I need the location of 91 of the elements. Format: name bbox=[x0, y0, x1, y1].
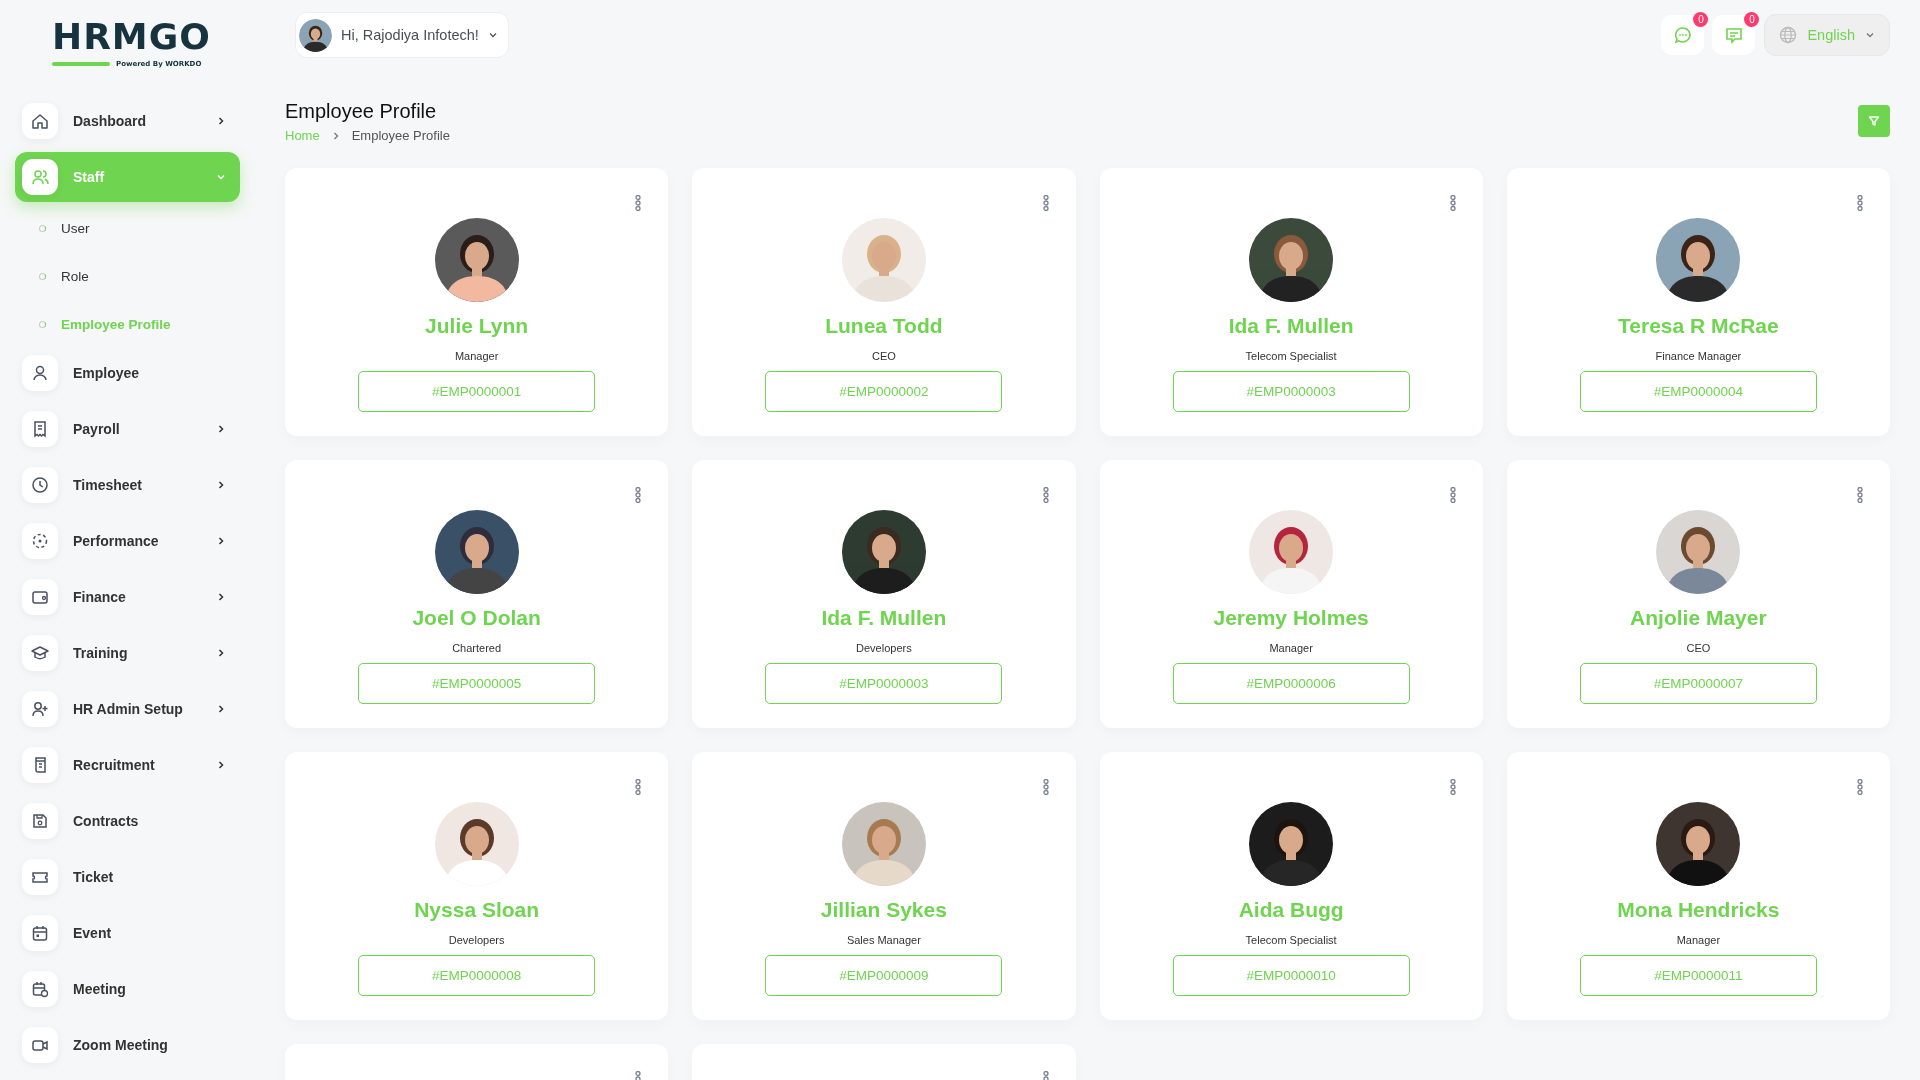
sidebar-item[interactable]: Recruitment bbox=[15, 740, 240, 790]
sidebar-item[interactable]: Payroll bbox=[15, 404, 240, 454]
employee-name[interactable]: Ida F. Mullen bbox=[1228, 313, 1354, 339]
language-selector[interactable]: English bbox=[1764, 14, 1890, 56]
employee-id-button[interactable]: #EMP0000011 bbox=[1579, 955, 1817, 996]
message-icon bbox=[1723, 25, 1744, 45]
sidebar-item[interactable]: Finance bbox=[15, 572, 240, 622]
employee-id-button[interactable]: #EMP0000001 bbox=[358, 371, 596, 412]
filter-icon bbox=[1868, 115, 1880, 127]
sidebar-item[interactable]: Contracts bbox=[15, 796, 240, 846]
employee-role: CEO bbox=[871, 350, 896, 362]
employee-name[interactable]: Anjolie Mayer bbox=[1630, 605, 1767, 631]
more-options-icon[interactable] bbox=[1449, 487, 1456, 503]
employee-name[interactable]: Jeremy Holmes bbox=[1213, 605, 1369, 631]
employee-name[interactable]: Nyssa Sloan bbox=[414, 897, 540, 923]
sidebar-item[interactable]: Employee bbox=[15, 348, 240, 398]
employee-name[interactable]: Teresa R McRae bbox=[1618, 313, 1779, 339]
sidebar-item[interactable]: Zoom Meeting bbox=[15, 1020, 240, 1070]
user-icon bbox=[30, 363, 50, 383]
chevron-down-icon bbox=[487, 30, 498, 40]
employee-role: Manager bbox=[454, 350, 499, 362]
submenu-item[interactable]: Role bbox=[15, 252, 258, 300]
employee-id-button[interactable]: #EMP0000004 bbox=[1579, 371, 1817, 412]
employee-role: Finance Manager bbox=[1655, 350, 1742, 362]
employee-name[interactable]: Ida F. Mullen bbox=[821, 605, 947, 631]
more-options-icon[interactable] bbox=[1449, 195, 1456, 211]
breadcrumb-link[interactable]: Home bbox=[285, 128, 320, 143]
chevron-right-icon bbox=[331, 130, 340, 141]
employee-role: Manager bbox=[1676, 934, 1721, 946]
sidebar-item[interactable]: Event bbox=[15, 908, 240, 958]
employee-role: Sales Manager bbox=[846, 934, 921, 946]
more-options-icon[interactable] bbox=[635, 779, 642, 795]
sidebar-item[interactable]: Timesheet bbox=[15, 460, 240, 510]
employee-id-button[interactable]: #EMP0000005 bbox=[358, 663, 596, 704]
employee-name[interactable]: Mona Hendricks bbox=[1617, 897, 1780, 923]
more-options-icon[interactable] bbox=[635, 487, 642, 503]
user-plus-icon bbox=[30, 699, 50, 719]
employee-id-button[interactable]: #EMP0000003 bbox=[765, 663, 1003, 704]
user-menu[interactable]: Hi, Rajodiya Infotech! bbox=[295, 12, 509, 58]
employee-id-button[interactable]: #EMP0000003 bbox=[1172, 371, 1410, 412]
sidebar-item[interactable]: Performance bbox=[15, 516, 240, 566]
employee-name[interactable]: Aida Bugg bbox=[1238, 897, 1344, 923]
sidebar-item[interactable]: Training bbox=[15, 628, 240, 678]
save-icon bbox=[30, 811, 50, 831]
sidebar-item[interactable]: Staff bbox=[15, 152, 240, 202]
employee-id-button[interactable]: #EMP0000008 bbox=[358, 955, 596, 996]
calendar-icon bbox=[30, 923, 50, 943]
employee-name[interactable]: Jillian Sykes bbox=[820, 897, 947, 923]
clock-icon bbox=[30, 475, 50, 495]
chevron-down-icon bbox=[1865, 30, 1875, 40]
submenu-item[interactable]: Employee Profile bbox=[15, 300, 258, 348]
more-options-icon[interactable] bbox=[1449, 779, 1456, 795]
employee-role: Developers bbox=[448, 934, 505, 946]
more-options-icon[interactable] bbox=[1042, 195, 1049, 211]
employee-id-button[interactable]: #EMP0000009 bbox=[765, 955, 1003, 996]
chat-button[interactable]: 0 bbox=[1661, 15, 1705, 55]
submenu-item[interactable]: User bbox=[15, 204, 258, 252]
notification-badge: 0 bbox=[1744, 12, 1760, 27]
employee-role: Telecom Specialist bbox=[1245, 934, 1337, 946]
more-options-icon[interactable] bbox=[635, 195, 642, 211]
more-options-icon[interactable] bbox=[1042, 779, 1049, 795]
logo-text: HRMGO bbox=[52, 18, 211, 56]
employee-role: Manager bbox=[1269, 642, 1313, 654]
employee-name[interactable]: Julie Lynn bbox=[425, 313, 529, 339]
target-icon bbox=[30, 531, 50, 551]
notification-badge: 0 bbox=[1693, 12, 1709, 27]
calendar-clock-icon bbox=[30, 979, 50, 999]
users-icon bbox=[30, 167, 50, 187]
sidebar-item[interactable]: Dashboard bbox=[15, 96, 240, 146]
more-options-icon[interactable] bbox=[1857, 195, 1863, 211]
sidebar-item[interactable]: Meeting bbox=[15, 964, 240, 1014]
employee-role: Chartered bbox=[452, 642, 502, 654]
more-options-icon[interactable] bbox=[1042, 487, 1049, 503]
home-icon bbox=[30, 111, 50, 131]
employee-id-button[interactable]: #EMP0000006 bbox=[1172, 663, 1410, 704]
employee-id-button[interactable]: #EMP0000002 bbox=[765, 371, 1003, 412]
employee-id-button[interactable]: #EMP0000010 bbox=[1172, 955, 1410, 996]
more-options-icon[interactable] bbox=[1857, 487, 1863, 503]
sidebar-item[interactable]: Ticket bbox=[15, 852, 240, 902]
sidebar-item[interactable]: HR Admin Setup bbox=[15, 684, 240, 734]
employee-role: CEO bbox=[1686, 642, 1711, 654]
employee-name[interactable]: Joel O Dolan bbox=[412, 605, 541, 631]
employee-role: Developers bbox=[856, 642, 912, 654]
chat-bubble-icon bbox=[1672, 25, 1693, 45]
employee-id-button[interactable]: #EMP0000007 bbox=[1579, 663, 1817, 704]
globe-icon bbox=[1779, 26, 1798, 44]
more-options-icon[interactable] bbox=[1857, 779, 1863, 795]
employee-name[interactable]: Lunea Todd bbox=[825, 313, 943, 339]
message-button[interactable]: 0 bbox=[1712, 15, 1756, 55]
page-title: Employee Profile bbox=[285, 99, 438, 123]
employee-role: Telecom Specialist bbox=[1245, 350, 1337, 362]
